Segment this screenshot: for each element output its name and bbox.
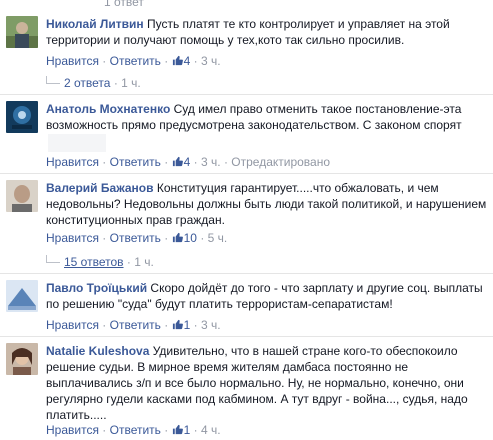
comment-actions: Нравится · Ответить · 10 · 5 ч. [46, 231, 228, 245]
avatar[interactable] [6, 16, 38, 48]
comment-time[interactable]: 3 ч. [201, 155, 221, 169]
divider [0, 273, 493, 274]
comment-time[interactable]: 3 ч. [201, 318, 221, 332]
reply-thread[interactable]: 15 ответов · 1 ч. [46, 255, 154, 269]
comment-actions: Нравится · Ответить · 4 · 3 ч. · Отредак… [46, 155, 331, 169]
comment-author[interactable]: Анатоль Мохнатенко [46, 102, 170, 116]
like-button[interactable]: Нравится [46, 318, 99, 332]
comment-body: Павло Троїцький Скоро дойдёт до того - ч… [46, 280, 493, 312]
comment-author[interactable]: Николай Литвин [46, 17, 144, 31]
like-count-value: 4 [183, 54, 191, 68]
like-button[interactable]: Нравится [46, 54, 99, 68]
comment-time[interactable]: 5 ч. [208, 231, 228, 245]
divider [0, 173, 493, 174]
reply-hook-icon [46, 255, 60, 263]
hidden-content-block [48, 134, 106, 152]
comment-author[interactable]: Валерий Бажанов [46, 181, 153, 195]
reply-hook-icon [46, 76, 60, 84]
like-count[interactable]: 4 [172, 54, 191, 68]
reply-thread[interactable]: 2 ответа · 1 ч. [46, 76, 141, 90]
previous-reply-count-label: 1 ответ [104, 0, 144, 9]
avatar[interactable] [6, 280, 38, 312]
thumbs-up-icon [172, 232, 183, 243]
comment-body: Анатоль Мохнатенко Суд имел право отмени… [46, 101, 493, 133]
like-count[interactable]: 10 [172, 231, 197, 245]
reply-button[interactable]: Ответить [110, 423, 161, 437]
like-count-value: 1 [183, 318, 191, 332]
comment-body: Валерий Бажанов Конституция гарантирует.… [46, 180, 493, 228]
thumbs-up-icon [172, 319, 183, 330]
like-count-value: 1 [183, 423, 191, 437]
comment-actions: Нравится · Ответить · 1 · 3 ч. [46, 318, 221, 332]
reply-thread-time: 1 ч. [134, 255, 154, 269]
like-count-value: 4 [183, 155, 191, 169]
avatar[interactable] [6, 180, 38, 212]
avatar[interactable] [6, 343, 38, 375]
reply-button[interactable]: Ответить [110, 318, 161, 332]
thumbs-up-icon [172, 156, 183, 167]
edited-label[interactable]: Отредактировано [231, 155, 330, 169]
comment-time[interactable]: 4 ч. [201, 423, 221, 437]
like-count[interactable]: 1 [172, 318, 191, 332]
previous-reply-count: 1 ответ [0, 0, 493, 10]
comment-body: Natalie Kuleshova Удивительно, что в наш… [46, 343, 493, 423]
avatar[interactable] [6, 101, 38, 133]
thumbs-up-icon [172, 55, 183, 66]
like-button[interactable]: Нравится [46, 423, 99, 437]
comment-author[interactable]: Natalie Kuleshova [46, 344, 149, 358]
thumbs-up-icon [172, 424, 183, 435]
like-button[interactable]: Нравится [46, 155, 99, 169]
like-button[interactable]: Нравится [46, 231, 99, 245]
like-count[interactable]: 4 [172, 155, 191, 169]
divider [0, 336, 493, 337]
like-count[interactable]: 1 [172, 423, 191, 437]
reply-button[interactable]: Ответить [110, 155, 161, 169]
comment-body: Николай Литвин Пусть платят те кто контр… [46, 16, 493, 48]
reply-thread-time: 1 ч. [121, 76, 141, 90]
like-count-value: 10 [183, 231, 197, 245]
comment-author[interactable]: Павло Троїцький [46, 281, 147, 295]
view-replies-link[interactable]: 2 ответа [64, 76, 110, 90]
comment-time[interactable]: 3 ч. [201, 54, 221, 68]
reply-button[interactable]: Ответить [110, 231, 161, 245]
comment-actions: Нравится · Ответить · 1 · 4 ч. [46, 423, 221, 437]
comment-actions: Нравится · Ответить · 4 · 3 ч. [46, 54, 221, 68]
view-replies-link[interactable]: 15 ответов [64, 255, 124, 269]
reply-button[interactable]: Ответить [110, 54, 161, 68]
divider [0, 94, 493, 95]
